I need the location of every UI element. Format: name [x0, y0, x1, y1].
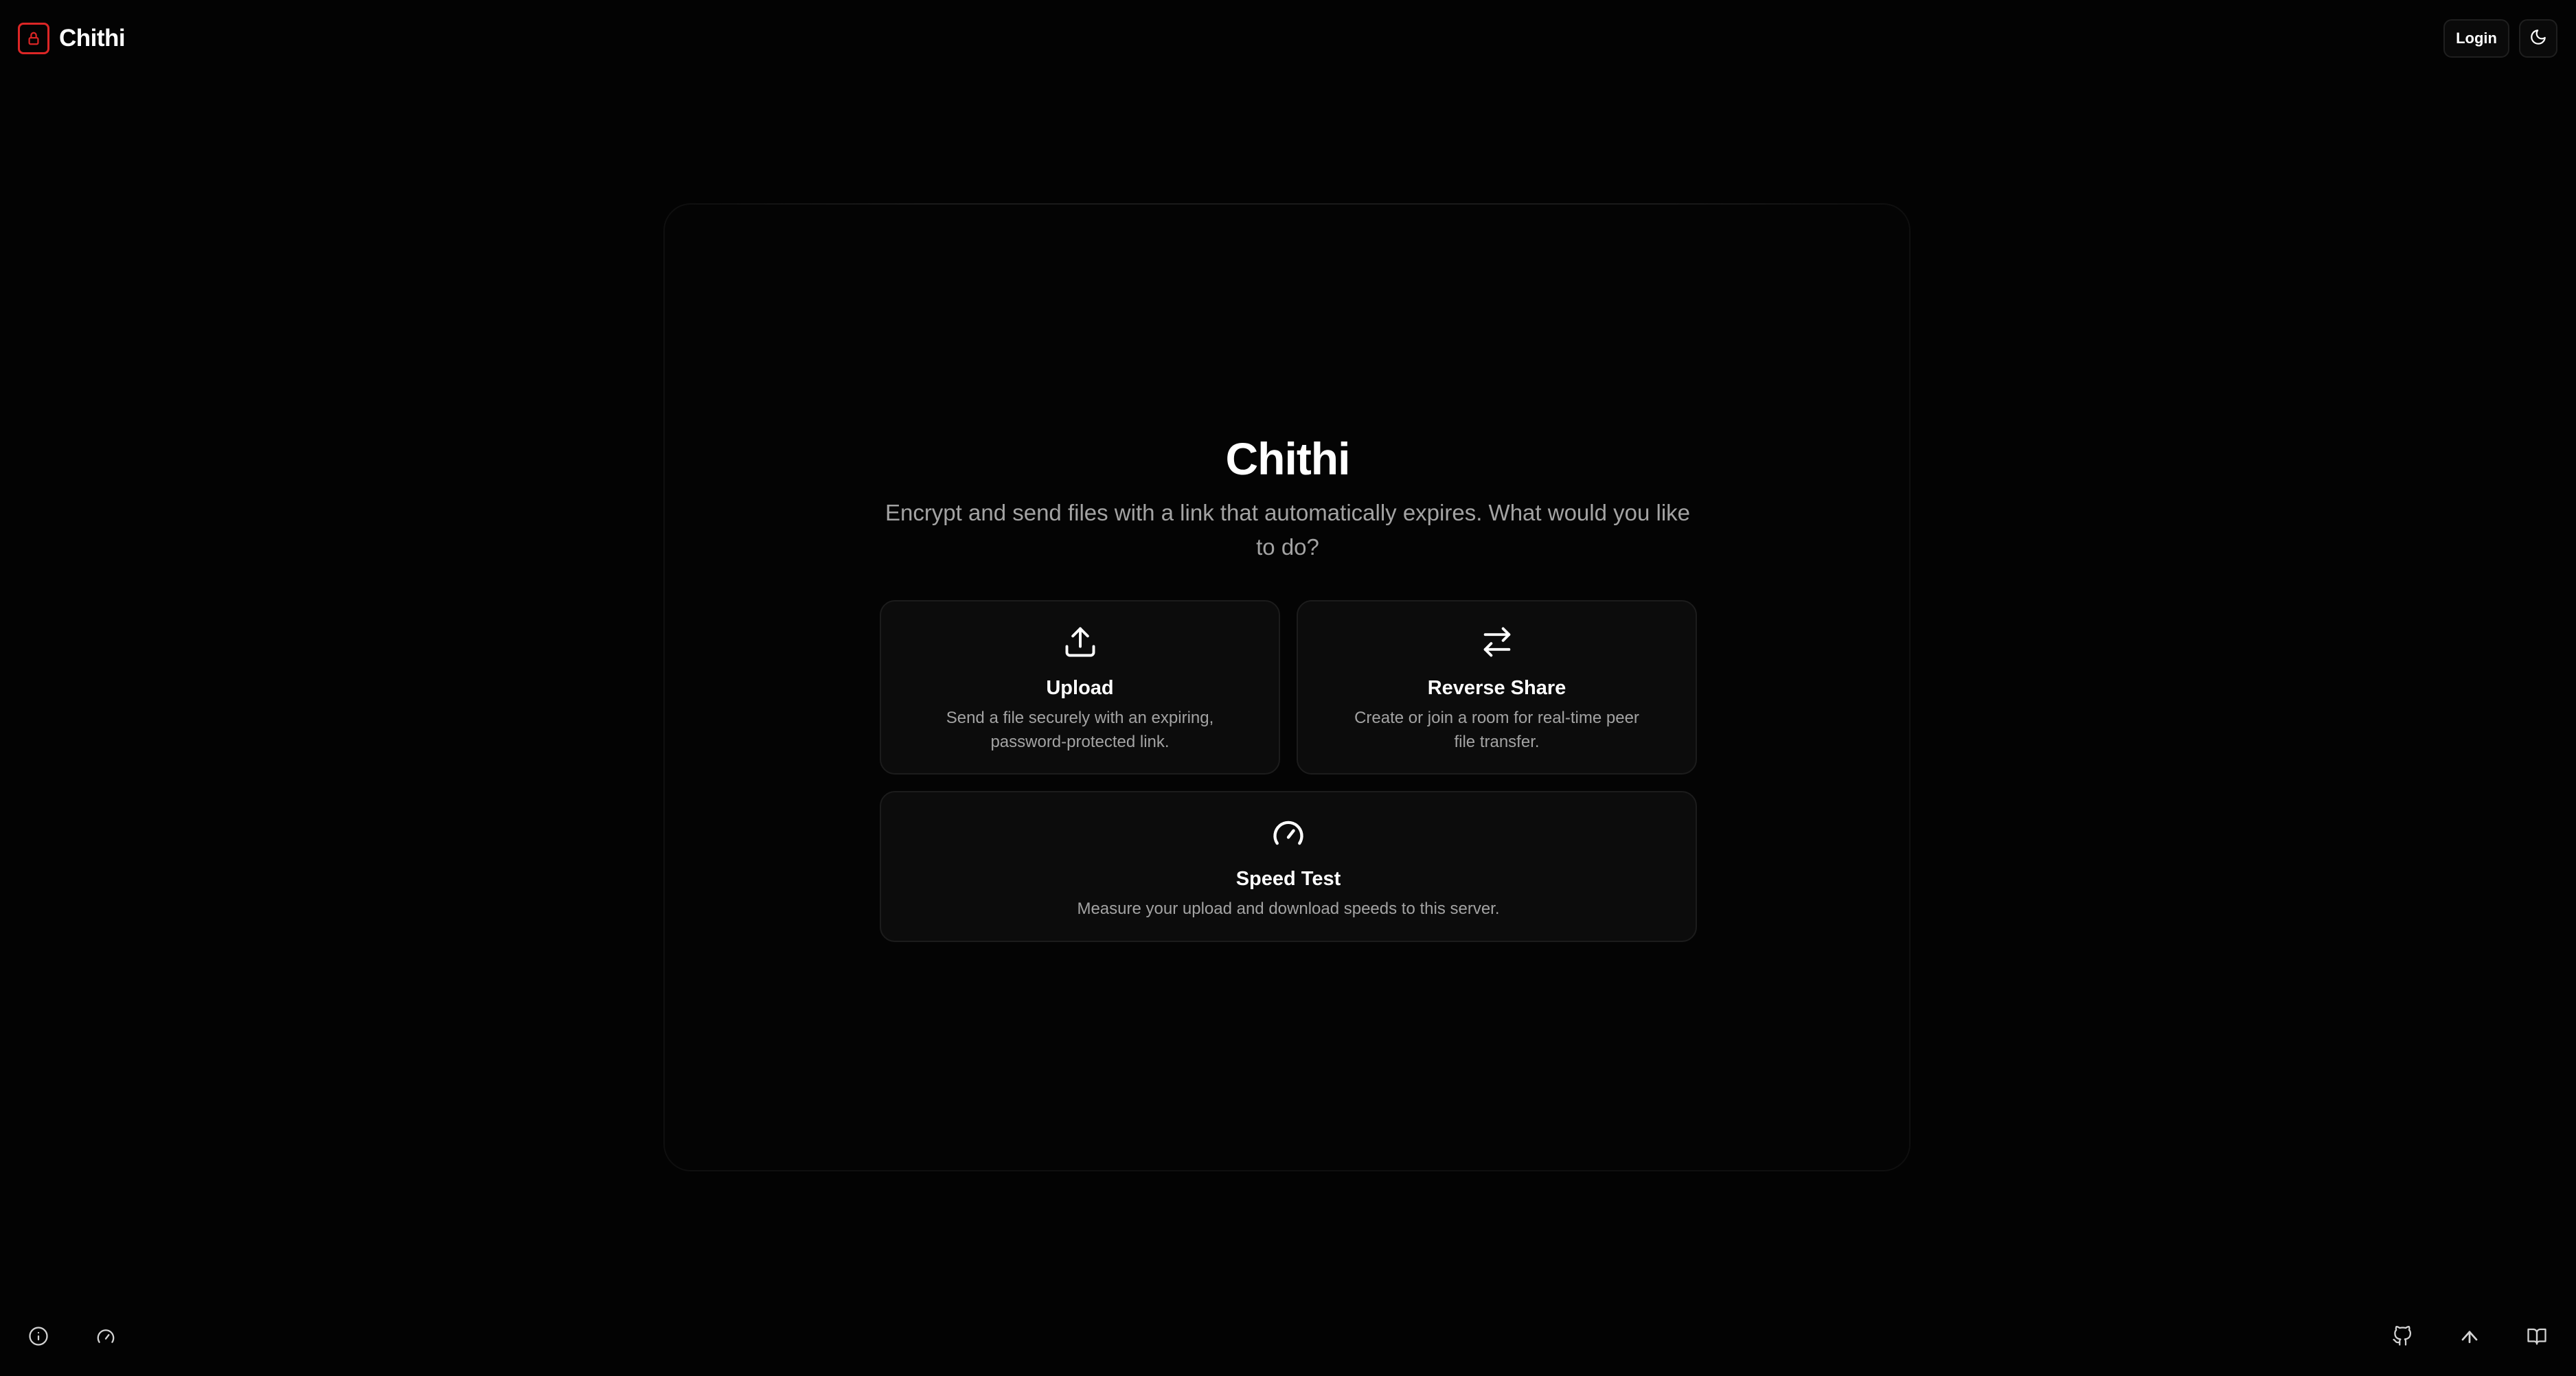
login-button[interactable]: Login — [2443, 19, 2509, 58]
reverse-share-card[interactable]: Reverse Share Create or join a room for … — [1297, 600, 1697, 775]
lock-icon — [18, 23, 49, 54]
speed-test-card-title: Speed Test — [1235, 868, 1341, 890]
arrows-swap-icon — [1479, 623, 1516, 661]
github-icon — [2392, 1325, 2413, 1350]
info-button[interactable] — [23, 1322, 54, 1353]
speed-test-card-description: Measure your upload and download speeds … — [1077, 899, 1500, 918]
upload-icon — [1062, 623, 1099, 661]
speed-test-shortcut-button[interactable] — [91, 1322, 121, 1353]
theme-toggle-button[interactable] — [2519, 19, 2557, 58]
panel-divider — [687, 203, 1889, 205]
reverse-share-card-title: Reverse Share — [1427, 677, 1566, 699]
upload-card[interactable]: Upload Send a file securely with an expi… — [880, 600, 1280, 775]
page-title: Chithi — [1225, 433, 1351, 484]
gauge-icon — [95, 1326, 116, 1350]
moon-icon — [2529, 28, 2547, 49]
info-icon — [28, 1326, 49, 1350]
upload-card-title: Upload — [1046, 677, 1114, 699]
upload-card-description: Send a file securely with an expiring, p… — [946, 709, 1214, 751]
reverse-share-card-description: Create or join a room for real-time peer… — [1354, 709, 1639, 751]
arrow-up-icon — [2459, 1326, 2480, 1350]
brand-link[interactable]: Chithi — [18, 23, 126, 54]
top-bar: Chithi Login — [0, 0, 2576, 77]
speed-test-card[interactable]: Speed Test Measure your upload and downl… — [880, 791, 1697, 942]
page-subtitle: Encrypt and send files with a link that … — [885, 500, 1691, 560]
main-panel — [663, 203, 1911, 1171]
book-open-icon — [2527, 1326, 2547, 1350]
docs-link[interactable] — [2522, 1322, 2552, 1353]
gauge-icon — [1270, 814, 1307, 851]
github-link[interactable] — [2387, 1322, 2417, 1353]
deploy-link[interactable] — [2454, 1322, 2485, 1353]
app-name: Chithi — [59, 25, 126, 51]
